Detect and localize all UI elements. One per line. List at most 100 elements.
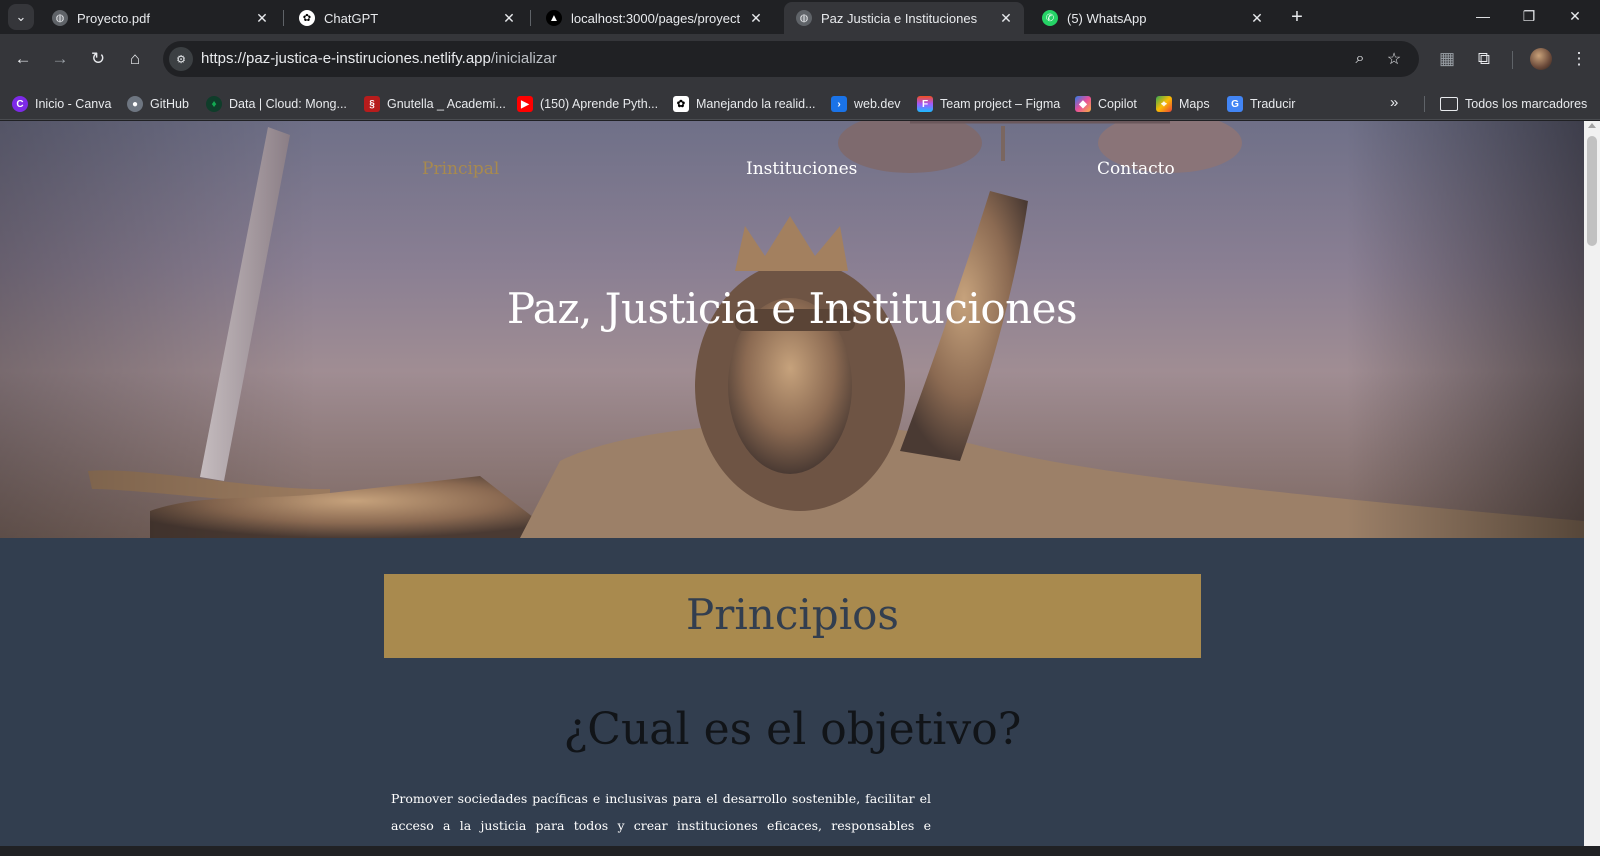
- principles-title: Principios: [686, 590, 899, 639]
- close-icon[interactable]: ✕: [254, 10, 270, 26]
- tab-search-button[interactable]: ⌄: [8, 4, 34, 30]
- tab-proyecto[interactable]: ◍ Proyecto.pdf ✕: [40, 2, 280, 34]
- plus-icon: +: [1291, 6, 1303, 28]
- bookmark-label: Traducir: [1250, 97, 1296, 111]
- objective-paragraph: Promover sociedades pacíficas e inclusiv…: [391, 791, 931, 846]
- close-icon[interactable]: ✕: [501, 10, 517, 26]
- bookmark-label: GitHub: [150, 97, 189, 111]
- tab-separator: [283, 10, 284, 26]
- close-icon[interactable]: ✕: [998, 10, 1014, 26]
- toolbar-divider: [1512, 51, 1513, 69]
- bookmark-label: Todos los marcadores: [1465, 97, 1588, 111]
- tab-title: Paz Justicia e Instituciones: [821, 10, 978, 26]
- bookmarks-bar: C Inicio - Canva ● GitHub ♦ Data | Cloud: M…: [0, 88, 1600, 120]
- restore-icon: ❐: [1522, 7, 1536, 24]
- bookmark-gnutella[interactable]: § Gnutella _ Academi...: [364, 95, 506, 113]
- globe-icon: ◍: [52, 10, 68, 26]
- tab-localhost[interactable]: ▲ localhost:3000/pages/proyectos ✕: [534, 2, 774, 34]
- tab-whatsapp[interactable]: ✆ (5) WhatsApp ✕: [1030, 2, 1275, 34]
- new-tab-button[interactable]: +: [1285, 5, 1309, 29]
- bookmark-label: Copilot: [1098, 97, 1137, 111]
- url-text[interactable]: https://paz-justica-e-instiruciones.netl…: [201, 50, 557, 67]
- tab-separator: [530, 10, 531, 26]
- github-icon: ●: [127, 96, 143, 112]
- tab-strip: ⌄ ◍ Proyecto.pdf ✕ ✿ ChatGPT ✕ ▲ localho…: [0, 0, 1600, 34]
- back-button[interactable]: ←: [9, 45, 37, 73]
- url-path: /inicializar: [490, 50, 557, 67]
- page-viewport: Principal Instituciones Contacto Paz, Ju…: [0, 121, 1584, 846]
- youtube-icon: ▶: [517, 96, 533, 112]
- minimize-button[interactable]: —: [1460, 0, 1506, 32]
- bookmark-label: Team project – Figma: [940, 97, 1061, 111]
- nav-contacto[interactable]: Contacto: [1097, 159, 1175, 179]
- address-bar[interactable]: ⚙ https://paz-justica-e-instiruciones.ne…: [163, 41, 1419, 77]
- star-icon[interactable]: ☆: [1382, 47, 1406, 71]
- bookmark-webdev[interactable]: › web.dev: [831, 95, 901, 113]
- objective-heading: ¿Cual es el objetivo?: [563, 704, 1022, 755]
- tab-title: localhost:3000/pages/proyectos: [571, 10, 740, 26]
- url-host: https://paz-justica-e-instiruciones.netl…: [201, 50, 491, 67]
- zoom-icon[interactable]: ⌕: [1348, 47, 1372, 71]
- extension-icon[interactable]: ▦: [1433, 45, 1461, 73]
- more-menu-icon[interactable]: ⋮: [1565, 45, 1593, 73]
- bookmark-maps[interactable]: ⌖ Maps: [1156, 95, 1210, 113]
- bookmark-manejando[interactable]: ✿ Manejando la realid...: [673, 95, 816, 113]
- bookmark-github[interactable]: ● GitHub: [127, 95, 189, 113]
- nav-instituciones[interactable]: Instituciones: [746, 159, 857, 179]
- bookmark-label: Inicio - Canva: [35, 97, 112, 111]
- restore-button[interactable]: ❐: [1506, 0, 1552, 32]
- reload-button[interactable]: ↻: [84, 45, 112, 73]
- figma-icon: F: [917, 96, 933, 112]
- scroll-thumb[interactable]: [1587, 136, 1597, 246]
- bookmarks-overflow-icon[interactable]: »: [1390, 94, 1398, 111]
- mongodb-icon: ♦: [206, 96, 222, 112]
- hero-title: Paz, Justicia e Instituciones: [506, 284, 1078, 333]
- home-button[interactable]: ⌂: [121, 45, 149, 73]
- nav-principal[interactable]: Principal: [422, 159, 499, 179]
- site-info-icon[interactable]: ⚙: [169, 47, 193, 71]
- all-bookmarks-folder[interactable]: Todos los marcadores: [1440, 95, 1587, 113]
- tab-title: (5) WhatsApp: [1067, 10, 1147, 26]
- close-icon[interactable]: ✕: [1249, 10, 1265, 26]
- chevron-down-icon: ⌄: [15, 9, 27, 24]
- close-icon[interactable]: ✕: [748, 10, 764, 26]
- principles-banner: Principios: [384, 574, 1201, 658]
- arrow-right-icon: →: [51, 49, 69, 68]
- arrow-left-icon: ←: [14, 49, 32, 68]
- tab-title: Proyecto.pdf: [77, 10, 150, 26]
- bottom-edge: [0, 846, 1600, 856]
- tab-title: ChatGPT: [324, 10, 379, 26]
- bookmark-copilot[interactable]: ◆ Copilot: [1075, 95, 1137, 113]
- minimize-icon: —: [1476, 8, 1490, 24]
- webdev-icon: ›: [831, 96, 847, 112]
- avatar[interactable]: [1530, 48, 1552, 70]
- tab-chatgpt[interactable]: ✿ ChatGPT ✕: [287, 2, 527, 34]
- home-icon: ⌂: [129, 49, 141, 68]
- folder-icon: [1440, 97, 1458, 111]
- bookmark-label: Manejando la realid...: [696, 97, 816, 111]
- bookmark-label: Data | Cloud: Mong...: [229, 97, 347, 111]
- copilot-icon: ◆: [1075, 96, 1091, 112]
- bookmark-traducir[interactable]: G Traducir: [1227, 95, 1295, 113]
- chatgpt-icon: ✿: [673, 96, 689, 112]
- browser-toolbar: ← → ↻ ⌂ ⚙ https://paz-justica-e-instiruc…: [0, 34, 1600, 88]
- bookmark-label: Maps: [1179, 97, 1210, 111]
- scroll-up-arrow-icon[interactable]: [1588, 123, 1596, 128]
- close-window-button[interactable]: ✕: [1552, 0, 1598, 32]
- globe-icon: ◍: [796, 10, 812, 26]
- page-scrollbar[interactable]: [1584, 121, 1600, 846]
- bookmark-label: Gnutella _ Academi...: [387, 97, 506, 111]
- chatgpt-icon: ✿: [299, 10, 315, 26]
- hero-section: Principal Instituciones Contacto Paz, Ju…: [0, 121, 1584, 538]
- close-icon: ✕: [1569, 7, 1581, 24]
- extensions-puzzle-icon[interactable]: ⧉: [1470, 45, 1498, 73]
- bookmark-canva[interactable]: C Inicio - Canva: [12, 95, 111, 113]
- maps-icon: ⌖: [1156, 96, 1172, 112]
- gnutella-icon: §: [364, 96, 380, 112]
- bookmark-youtube[interactable]: ▶ (150) Aprende Pyth...: [517, 95, 658, 113]
- tab-paz-justicia[interactable]: ◍ Paz Justicia e Instituciones ✕: [784, 2, 1024, 34]
- vercel-icon: ▲: [546, 10, 562, 26]
- forward-button[interactable]: →: [46, 45, 74, 73]
- bookmark-figma[interactable]: F Team project – Figma: [917, 95, 1060, 113]
- bookmark-mongodb[interactable]: ♦ Data | Cloud: Mong...: [206, 95, 347, 113]
